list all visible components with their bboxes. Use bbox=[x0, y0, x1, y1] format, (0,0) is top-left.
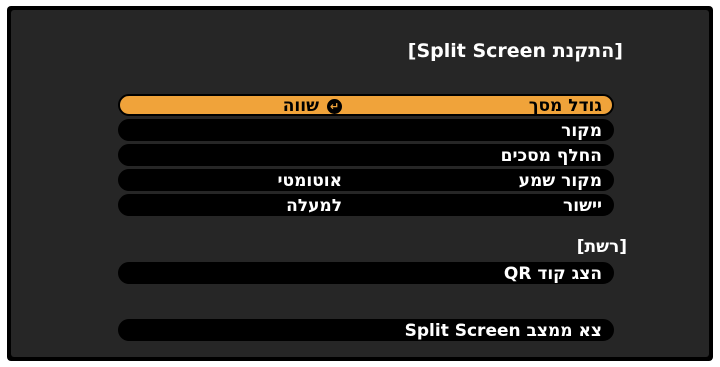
menu-item-label: יישור bbox=[563, 196, 602, 216]
menu-item-swap-screens[interactable]: החלף מסכים bbox=[118, 144, 614, 166]
menu-item-label: הצג קוד QR bbox=[503, 264, 602, 284]
projector-screen: [התקנת Split Screen] גודל מסך ↵שווה מקור… bbox=[7, 6, 713, 361]
menu-item-label: החלף מסכים bbox=[500, 146, 602, 166]
menu-item-screen-size[interactable]: גודל מסך ↵שווה bbox=[118, 94, 614, 116]
enter-icon: ↵ bbox=[327, 98, 342, 114]
menu-item-value: אוטומטי bbox=[277, 171, 342, 191]
menu-item-audio-source[interactable]: מקור שמע אוטומטי bbox=[118, 169, 614, 191]
show-qr-code-button[interactable]: הצג קוד QR bbox=[118, 262, 614, 284]
exit-split-screen-button[interactable]: צא ממצב Split Screen bbox=[118, 319, 614, 341]
menu-item-label: מקור bbox=[561, 121, 602, 141]
menu-item-label: צא ממצב Split Screen bbox=[404, 321, 602, 341]
menu-item-label: גודל מסך bbox=[528, 96, 602, 116]
network-section-heading: [רשת] bbox=[576, 237, 627, 257]
page-title: [התקנת Split Screen] bbox=[407, 40, 623, 62]
menu-item-label: מקור שמע bbox=[518, 171, 602, 191]
menu-item-value: למעלה bbox=[286, 196, 342, 216]
menu-item-value: ↵שווה bbox=[283, 95, 342, 117]
menu-item-source[interactable]: מקור bbox=[118, 119, 614, 141]
menu-item-alignment[interactable]: יישור למעלה bbox=[118, 194, 614, 216]
